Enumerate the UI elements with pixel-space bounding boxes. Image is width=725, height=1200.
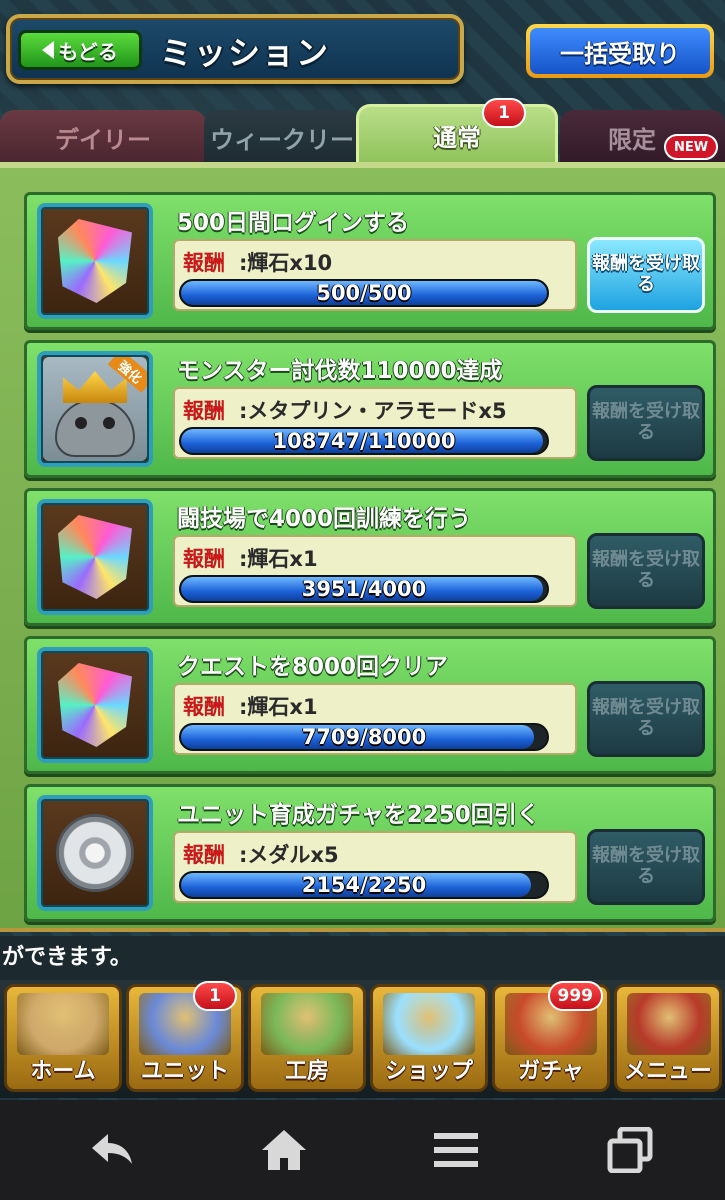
menu-icon[interactable] [426,1126,486,1174]
mission-card: 500日間ログインする 報酬 :輝石x10 500/500 報酬を受け取る [24,192,716,330]
tab-normal-badge: 1 [482,98,526,128]
mission-name: モンスター討伐数110000達成 [177,358,503,384]
nav-workshop[interactable]: 工房 [248,984,366,1092]
mission-card: ユニット育成ガチャを2250回引く 報酬 :メダルx5 2154/2250 報酬… [24,784,716,922]
monster-eye [103,417,115,429]
mission-icon-frame [37,795,153,911]
mission-name: クエストを8000回クリア [177,654,449,680]
nav-gacha-badge: 999 [547,981,603,1011]
page-title: ミッション [160,34,331,72]
progress-bar: 3951/4000 [179,575,549,603]
reward-box: 報酬 :メタプリン・アラモードx5 108747/110000 [173,387,577,459]
progress-text: 108747/110000 [272,429,456,453]
tab-bar: デイリー ウィークリー 通常 1 限定 NEW [0,98,725,166]
claim-reward-button[interactable]: 報酬を受け取る [587,237,705,313]
back-button-label: もどる [58,39,118,64]
book-icon [627,993,711,1055]
bulk-claim-label: 一括受取り [530,28,710,74]
reward-item: :輝石x10 [239,251,333,275]
mission-icon-frame: 強化 [37,351,153,467]
nav-workshop-label: 工房 [284,1059,329,1084]
nav-shop[interactable]: ショップ [370,984,488,1092]
mission-icon-frame [37,647,153,763]
monster-icon: 強化 [43,357,147,461]
medal-icon [56,814,134,892]
reward-box: 報酬 :メダルx5 2154/2250 [173,831,577,903]
reward-item: :輝石x1 [239,695,318,719]
nav-gacha-label: ガチャ [518,1059,584,1084]
nav-menu-label: メニュー [623,1059,712,1084]
tab-weekly[interactable]: ウィークリー [204,110,360,164]
mission-card: 強化 モンスター討伐数110000達成 報酬 :メタプリン・アラモードx5 10… [24,340,716,478]
claim-reward-button: 報酬を受け取る [587,681,705,757]
crown-icon [63,371,127,403]
mission-name: ユニット育成ガチャを2250回引く [177,802,540,828]
reward-item: :メタプリン・アラモードx5 [239,399,507,423]
gem-icon [58,663,132,747]
tab-normal[interactable]: 通常 [356,104,558,164]
nav-shop-label: ショップ [384,1059,473,1084]
reward-box: 報酬 :輝石x1 7709/8000 [173,683,577,755]
reward-label: 報酬 [183,695,225,719]
home-icon[interactable] [254,1126,314,1174]
progress-text: 2154/2250 [301,873,427,897]
back-arrow-icon [42,41,55,59]
claim-reward-button: 報酬を受け取る [587,533,705,609]
gem-icon [383,993,475,1055]
claim-reward-button: 報酬を受け取る [587,829,705,905]
tab-limited-new-badge: NEW [664,134,718,160]
windmill-icon [261,993,353,1055]
monster-face [75,417,115,433]
mission-list[interactable]: 500日間ログインする 報酬 :輝石x10 500/500 報酬を受け取る 強化… [0,186,725,928]
progress-bar: 7709/8000 [179,723,549,751]
mission-card: 闘技場で4000回訓練を行う 報酬 :輝石x1 3951/4000 報酬を受け取… [24,488,716,626]
nav-gacha[interactable]: ガチャ 999 [492,981,610,1092]
nav-unit[interactable]: ユニット 1 [126,981,244,1092]
reward-label: 報酬 [183,843,225,867]
reward-label: 報酬 [183,399,225,423]
progress-text: 3951/4000 [301,577,427,601]
mission-icon-frame [37,203,153,319]
bulk-claim-button[interactable]: 一括受取り [526,24,714,78]
back-icon[interactable] [82,1126,142,1174]
nav-unit-label: ユニット [140,1059,229,1084]
reward-item: :メダルx5 [239,843,339,867]
claim-reward-button: 報酬を受け取る [587,385,705,461]
gem-icon [58,219,132,303]
monster-eye [75,417,87,429]
recent-apps-icon[interactable] [600,1126,660,1174]
progress-bar: 2154/2250 [179,871,549,899]
nav-unit-badge: 1 [193,981,237,1011]
mission-name: 闘技場で4000回訓練を行う [177,506,472,532]
reward-item: :輝石x1 [239,547,318,571]
reward-box: 報酬 :輝石x10 500/500 [173,239,577,311]
nav-home-label: ホーム [30,1059,96,1084]
reward-label: 報酬 [183,547,225,571]
back-button[interactable]: もどる [18,30,142,70]
system-nav-bar [0,1100,725,1200]
progress-bar: 108747/110000 [179,427,549,455]
progress-bar: 500/500 [179,279,549,307]
mission-icon-frame [37,499,153,615]
progress-text: 500/500 [316,281,412,305]
reward-box: 報酬 :輝石x1 3951/4000 [173,535,577,607]
mission-card: クエストを8000回クリア 報酬 :輝石x1 7709/8000 報酬を受け取る [24,636,716,774]
map-icon [17,993,109,1055]
gem-icon [58,515,132,599]
bottom-nav: ホーム ユニット 1 工房 ショップ ガチャ 999 メニュー [0,980,725,1098]
tab-daily[interactable]: デイリー [0,110,206,164]
nav-home[interactable]: ホーム [4,984,122,1092]
reward-label: 報酬 [183,251,225,275]
mission-name: 500日間ログインする [177,210,410,236]
nav-menu[interactable]: メニュー [614,984,722,1092]
info-message: ができます。 [0,936,725,980]
boost-tag: 強化 [107,357,147,393]
progress-text: 7709/8000 [301,725,427,749]
